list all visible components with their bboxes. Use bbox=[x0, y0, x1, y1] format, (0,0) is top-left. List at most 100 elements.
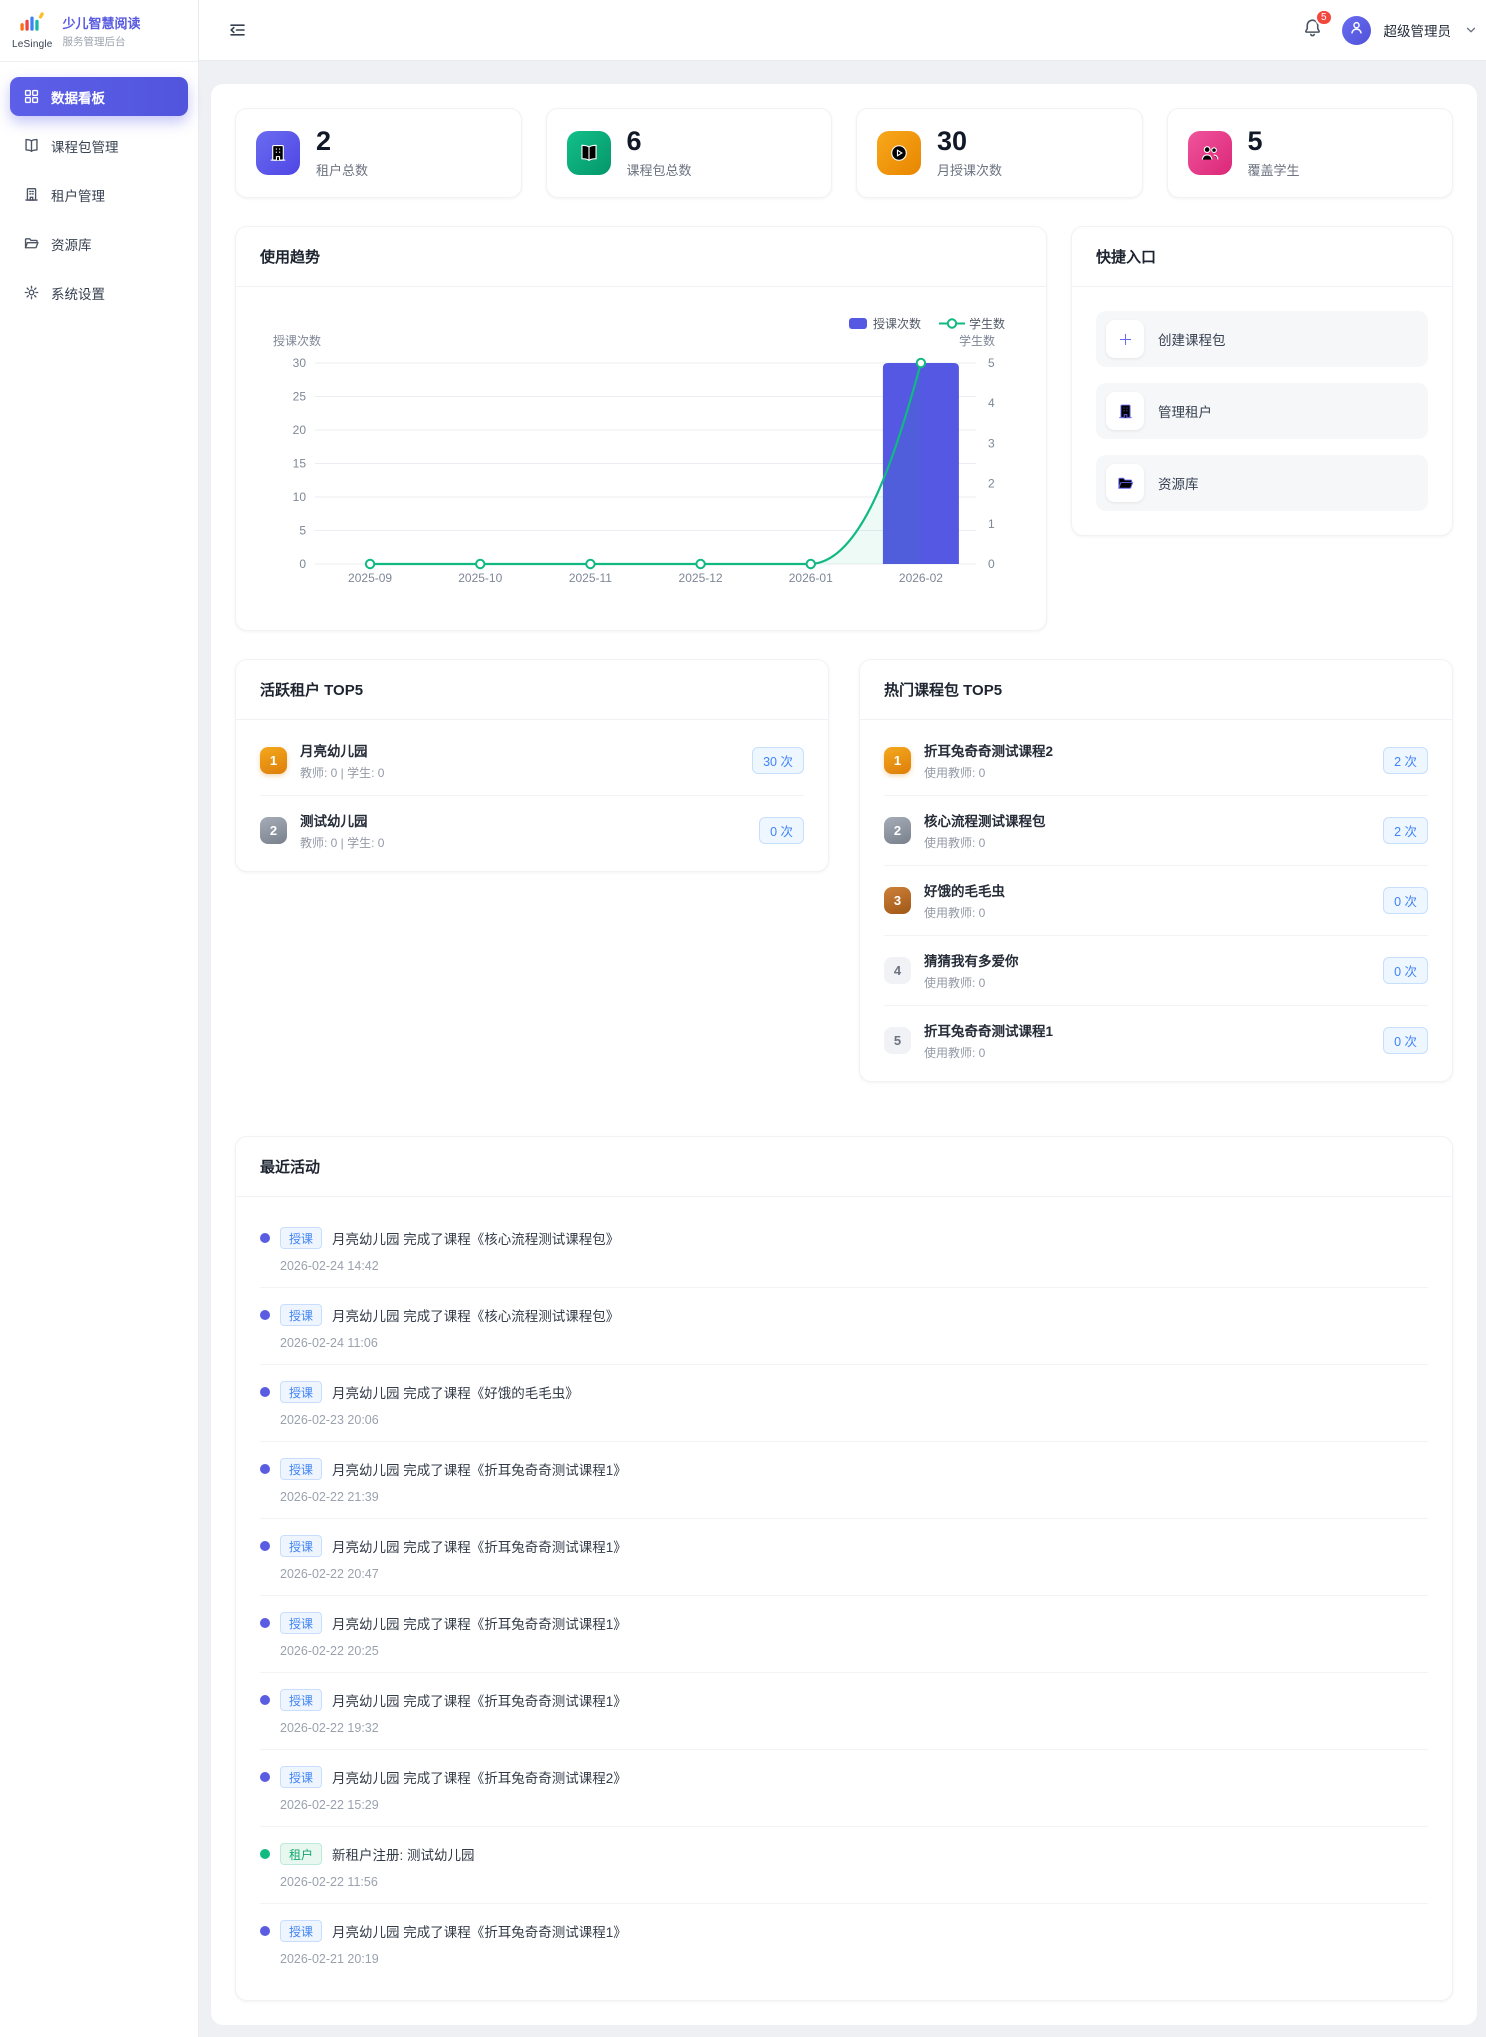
usage-trend-card: 使用趋势 051015202530012345授课次数学生数2025-09202… bbox=[235, 226, 1047, 631]
quick-entry-0[interactable]: 创建课程包 bbox=[1096, 311, 1428, 367]
quick-entry-1[interactable]: 管理租户 bbox=[1096, 383, 1428, 439]
top-item-name: 测试幼儿园 bbox=[300, 810, 746, 830]
stat-card-2: 30月授课次数 bbox=[856, 108, 1143, 198]
quick-entry-label: 创建课程包 bbox=[1158, 329, 1226, 349]
activity-text: 月亮幼儿园 完成了课程《核心流程测试课程包》 bbox=[332, 1228, 619, 1248]
user-icon bbox=[1348, 19, 1365, 41]
user-name[interactable]: 超级管理员 bbox=[1384, 20, 1452, 40]
usage-trend-chart: 051015202530012345授课次数学生数2025-092025-102… bbox=[236, 287, 1046, 630]
play-icon bbox=[877, 131, 921, 175]
app-subtitle: 服务管理后台 bbox=[63, 34, 141, 49]
activity-text: 月亮幼儿园 完成了课程《折耳兔奇奇测试课程1》 bbox=[332, 1690, 627, 1710]
sidebar-item-label: 课程包管理 bbox=[51, 136, 119, 156]
activity-item: 授课月亮幼儿园 完成了课程《折耳兔奇奇测试课程1》2026-02-22 21:3… bbox=[260, 1442, 1428, 1519]
quick-entry-card: 快捷入口 创建课程包管理租户资源库 bbox=[1071, 226, 1453, 536]
top-item-info: 好饿的毛毛虫使用教师: 0 bbox=[924, 880, 1370, 921]
sidebar-collapse-icon[interactable] bbox=[227, 20, 247, 40]
top-item-info: 猜猜我有多爱你使用教师: 0 bbox=[924, 950, 1370, 991]
sidebar-item-0[interactable]: 数据看板 bbox=[10, 77, 188, 116]
activity-dot-icon bbox=[260, 1772, 270, 1782]
top-item-name: 好饿的毛毛虫 bbox=[924, 880, 1370, 900]
stat-texts: 5覆盖学生 bbox=[1248, 127, 1300, 178]
sidebar-item-label: 租户管理 bbox=[51, 185, 105, 205]
activity-time: 2026-02-22 20:47 bbox=[280, 1567, 1428, 1581]
activity-time: 2026-02-24 14:42 bbox=[280, 1259, 1428, 1273]
sidebar-item-2[interactable]: 租户管理 bbox=[10, 175, 188, 214]
activity-text: 月亮幼儿园 完成了课程《好饿的毛毛虫》 bbox=[332, 1382, 579, 1402]
activity-line: 授课月亮幼儿园 完成了课程《好饿的毛毛虫》 bbox=[260, 1381, 1428, 1403]
svg-text:学生数: 学生数 bbox=[969, 316, 1005, 331]
app-title: 少儿智慧阅读 bbox=[63, 13, 141, 32]
top-item-name: 猜猜我有多爱你 bbox=[924, 950, 1370, 970]
svg-text:授课次数: 授课次数 bbox=[273, 333, 321, 348]
activity-line: 授课月亮幼儿园 完成了课程《折耳兔奇奇测试课程2》 bbox=[260, 1766, 1428, 1788]
quick-entry-list: 创建课程包管理租户资源库 bbox=[1072, 287, 1452, 535]
logo-block: LeSingle 少儿智慧阅读 服务管理后台 bbox=[0, 0, 198, 62]
rank-badge: 1 bbox=[884, 747, 911, 774]
stat-texts: 6课程包总数 bbox=[627, 127, 692, 178]
svg-text:15: 15 bbox=[293, 457, 307, 471]
quick-entry-label: 资源库 bbox=[1158, 473, 1199, 493]
recent-activity-list: 授课月亮幼儿园 完成了课程《核心流程测试课程包》2026-02-24 14:42… bbox=[236, 1197, 1452, 2000]
quick-entry-title: 快捷入口 bbox=[1072, 227, 1452, 287]
recent-activity-title: 最近活动 bbox=[236, 1137, 1452, 1197]
stat-value: 5 bbox=[1248, 127, 1300, 155]
svg-text:5: 5 bbox=[299, 524, 306, 538]
stat-card-3: 5覆盖学生 bbox=[1167, 108, 1454, 198]
sidebar-item-label: 资源库 bbox=[51, 234, 92, 254]
sidebar-item-label: 数据看板 bbox=[51, 87, 105, 107]
activity-dot-icon bbox=[260, 1464, 270, 1474]
topbar-right: 5 超级管理员 bbox=[1302, 16, 1479, 45]
rank-badge: 2 bbox=[260, 817, 287, 844]
activity-line: 授课月亮幼儿园 完成了课程《核心流程测试课程包》 bbox=[260, 1304, 1428, 1326]
activity-item: 授课月亮幼儿园 完成了课程《折耳兔奇奇测试课程1》 2026-02-22 19:3… bbox=[260, 1673, 1428, 1750]
activity-time: 2026-02-22 19:32 bbox=[280, 1721, 1428, 1735]
sidebar-item-1[interactable]: 课程包管理 bbox=[10, 126, 188, 165]
trend-chart-svg: 051015202530012345授课次数学生数2025-092025-102… bbox=[260, 309, 1022, 609]
top-item-name: 折耳兔奇奇测试课程2 bbox=[924, 740, 1370, 760]
top-item-meta: 使用教师: 0 bbox=[924, 904, 1370, 921]
svg-text:2: 2 bbox=[988, 477, 995, 491]
count-badge: 0 次 bbox=[1383, 1027, 1428, 1054]
activity-dot-icon bbox=[260, 1233, 270, 1243]
top-item-meta: 使用教师: 0 bbox=[924, 1044, 1370, 1061]
top-item-meta: 教师: 0 | 学生: 0 bbox=[300, 834, 746, 851]
hot-packages-title: 热门课程包 TOP5 bbox=[860, 660, 1452, 720]
stat-value: 2 bbox=[316, 127, 368, 155]
activity-time: 2026-02-21 20:19 bbox=[280, 1952, 1428, 1966]
sidebar: LeSingle 少儿智慧阅读 服务管理后台 数据看板课程包管理租户管理资源库系… bbox=[0, 0, 199, 2037]
sidebar-item-3[interactable]: 资源库 bbox=[10, 224, 188, 263]
avatar[interactable] bbox=[1342, 16, 1371, 45]
brand-logo: LeSingle bbox=[12, 11, 53, 50]
activity-line: 授课月亮幼儿园 完成了课程《折耳兔奇奇测试课程1》 bbox=[260, 1689, 1428, 1711]
chevron-down-icon[interactable] bbox=[1464, 23, 1478, 37]
top-item-meta: 教师: 0 | 学生: 0 bbox=[300, 764, 739, 781]
count-badge: 2 次 bbox=[1383, 747, 1428, 774]
app-titles: 少儿智慧阅读 服务管理后台 bbox=[63, 13, 141, 49]
activity-text: 月亮幼儿园 完成了课程《折耳兔奇奇测试课程2》 bbox=[332, 1767, 627, 1787]
stat-cards-row: 2 租户总数 6课程包总数 30月授课次数 5覆盖学生 bbox=[235, 108, 1453, 198]
svg-text:授课次数: 授课次数 bbox=[873, 316, 921, 331]
stat-value: 6 bbox=[627, 127, 692, 155]
activity-item: 授课月亮幼儿园 完成了课程《核心流程测试课程包》2026-02-24 11:06 bbox=[260, 1288, 1428, 1365]
quick-entry-label: 管理租户 bbox=[1158, 401, 1212, 421]
sidebar-item-4[interactable]: 系统设置 bbox=[10, 273, 188, 312]
activity-line: 授课月亮幼儿园 完成了课程《核心流程测试课程包》 bbox=[260, 1227, 1428, 1249]
activity-tag: 授课 bbox=[280, 1689, 322, 1711]
top-list-item: 2测试幼儿园教师: 0 | 学生: 00 次 bbox=[260, 796, 804, 865]
activity-tag: 授课 bbox=[280, 1766, 322, 1788]
activity-tag: 租户 bbox=[280, 1843, 322, 1865]
building-icon bbox=[1106, 392, 1144, 430]
activity-dot-icon bbox=[260, 1695, 270, 1705]
notifications-button[interactable]: 5 bbox=[1302, 17, 1323, 43]
building-icon bbox=[23, 186, 40, 203]
stat-label: 租户总数 bbox=[316, 160, 368, 179]
quick-entry-2[interactable]: 资源库 bbox=[1096, 455, 1428, 511]
svg-text:5: 5 bbox=[988, 356, 995, 370]
activity-tag: 授课 bbox=[280, 1304, 322, 1326]
svg-text:2026-02: 2026-02 bbox=[899, 571, 943, 585]
top-item-info: 月亮幼儿园教师: 0 | 学生: 0 bbox=[300, 740, 739, 781]
logo-bars-icon bbox=[17, 11, 47, 38]
activity-dot-icon bbox=[260, 1618, 270, 1628]
activity-dot-icon bbox=[260, 1541, 270, 1551]
